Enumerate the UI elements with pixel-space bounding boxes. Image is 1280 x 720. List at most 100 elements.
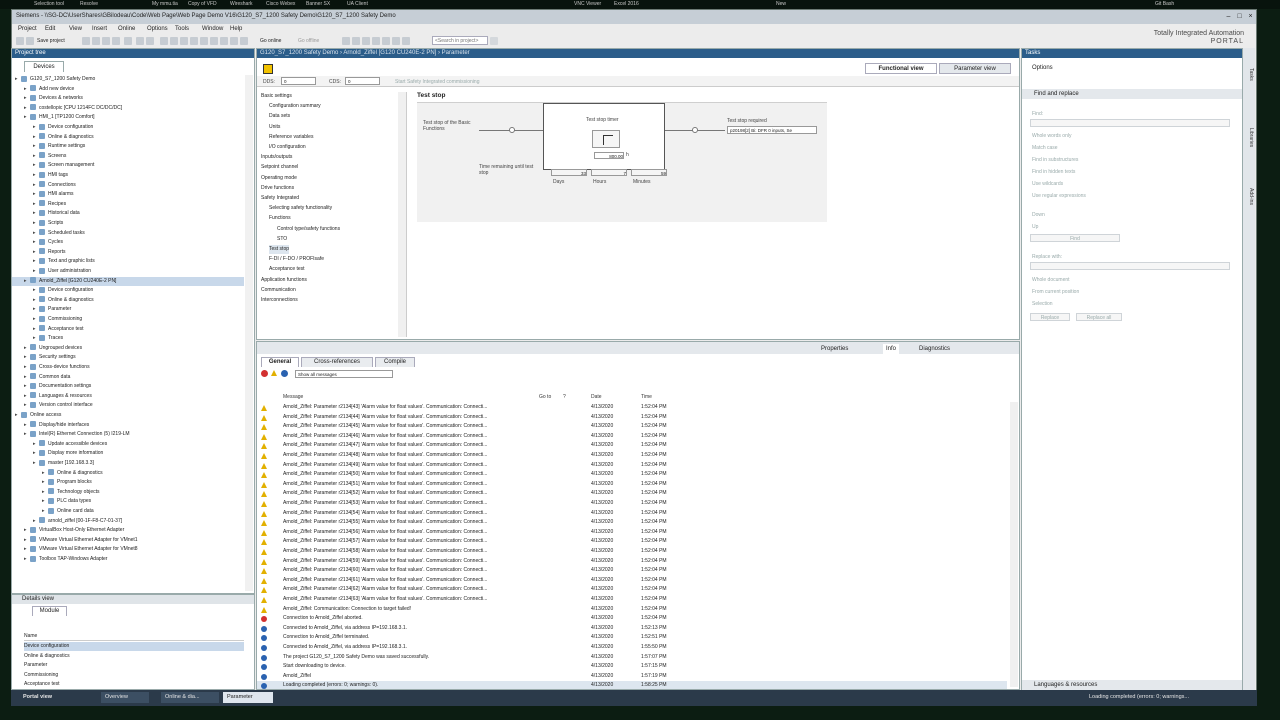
side-tab-tasks[interactable]: Tasks: [1244, 68, 1254, 81]
tree-item[interactable]: ▸ Online & diagnostics: [12, 469, 244, 478]
tree-item[interactable]: ▸ Connections: [12, 181, 244, 190]
message-row[interactable]: Arnold_Ziffel: Parameter r2134[59] 'Alar…: [257, 557, 1007, 567]
message-row[interactable]: Arnold_Ziffel: Parameter r2134[49] 'Alar…: [257, 461, 1007, 471]
nav-item[interactable]: Selecting safety functionality: [269, 204, 332, 213]
message-row[interactable]: Start downloading to device. 4/13/2020 1:5…: [257, 662, 1007, 672]
message-row[interactable]: Connected to Arnold_Ziffel, via address …: [257, 643, 1007, 653]
tree-item[interactable]: ▸ arnold_ziffel [00-1F-F8-C7-01-37]: [12, 517, 244, 526]
minimize-icon[interactable]: –: [1224, 12, 1233, 21]
taskbar-parameter[interactable]: Parameter: [223, 692, 273, 703]
nav-item[interactable]: Configuration summary: [269, 102, 321, 111]
host-app-6[interactable]: Banner SX: [306, 1, 330, 7]
tab-cross-references[interactable]: Cross-references: [301, 357, 373, 367]
menu-insert[interactable]: Insert: [92, 26, 107, 32]
print-icon[interactable]: [82, 37, 90, 45]
nav-item[interactable]: Operating mode: [261, 174, 297, 183]
message-row[interactable]: Arnold_Ziffel: Parameter r2134[61] 'Alar…: [257, 576, 1007, 586]
nav-item[interactable]: Functions: [269, 214, 291, 223]
side-tab-libraries[interactable]: Libraries: [1244, 128, 1254, 147]
fullscreen-icon[interactable]: [402, 37, 410, 45]
details-row[interactable]: Device configuration: [24, 642, 244, 651]
download-icon[interactable]: [170, 37, 178, 45]
menu-options[interactable]: Options: [147, 26, 168, 32]
message-row[interactable]: Arnold_Ziffel: Parameter r2134[52] 'Alar…: [257, 489, 1007, 499]
new-project-icon[interactable]: [16, 37, 24, 45]
host-app-9[interactable]: Excel 2016: [614, 1, 639, 7]
error-filter-icon[interactable]: [261, 370, 268, 377]
nav-item[interactable]: I/O configuration: [269, 143, 306, 152]
replace-all-button[interactable]: Replace all: [1076, 313, 1122, 321]
languages-resources-header[interactable]: Languages & resources: [1022, 680, 1242, 690]
message-row[interactable]: Arnold_Ziffel: Parameter r2134[48] 'Alar…: [257, 451, 1007, 461]
nav-item[interactable]: Acceptance test: [269, 265, 305, 274]
message-row[interactable]: Arnold_Ziffel: Parameter r2134[63] 'Alar…: [257, 595, 1007, 605]
message-row[interactable]: Connection to Arnold_Ziffel aborted. 4/13…: [257, 614, 1007, 624]
simulation-icon[interactable]: [190, 37, 198, 45]
tree-item[interactable]: ▸ Text and graphic lists: [12, 257, 244, 266]
cds-select[interactable]: 0: [345, 77, 380, 85]
tree-item[interactable]: ▸ PLC data types: [12, 497, 244, 506]
nav-item[interactable]: Test stop: [269, 245, 290, 254]
host-app-3[interactable]: Copy of VFD: [188, 1, 217, 7]
message-row[interactable]: Arnold_Ziffel: Parameter r2134[56] 'Alar…: [257, 528, 1007, 538]
delete-icon[interactable]: [124, 37, 132, 45]
message-row[interactable]: Arnold_Ziffel: Parameter r2134[50] 'Alar…: [257, 470, 1007, 480]
go-offline-button[interactable]: Go offline: [298, 38, 319, 44]
tree-item[interactable]: ▸ Toolbox TAP-Windows Adapter: [12, 555, 244, 564]
nav-item[interactable]: STO: [277, 235, 287, 244]
safety-commissioning-button[interactable]: Start Safety Integrated commissioning: [395, 79, 480, 85]
tree-item[interactable]: ▸ Screens: [12, 152, 244, 161]
menu-edit[interactable]: Edit: [45, 26, 55, 32]
nav-item[interactable]: Setpoint channel: [261, 163, 298, 172]
host-app-5[interactable]: Cisco Webex: [266, 1, 295, 7]
find-button[interactable]: Find: [1030, 234, 1120, 242]
direction-up[interactable]: Up: [1032, 224, 1038, 230]
info-filter-icon[interactable]: [281, 370, 288, 377]
tree-item[interactable]: ▸ Online & diagnostics: [12, 133, 244, 142]
find-replace-header[interactable]: Find and replace: [1022, 89, 1242, 99]
tree-item[interactable]: ▸ Add new device: [12, 85, 244, 94]
nav-item[interactable]: Interconnections: [261, 296, 298, 305]
split-vertical-icon[interactable]: [230, 37, 238, 45]
warning-filter-icon[interactable]: [271, 370, 277, 376]
tab-compile[interactable]: Compile: [375, 357, 415, 367]
tree-item[interactable]: ▸ HMI alarms: [12, 190, 244, 199]
tree-item[interactable]: ▸ Traces: [12, 334, 244, 343]
message-row[interactable]: Arnold_Ziffel 4/13/2020 1:57:19 PM: [257, 672, 1007, 682]
tree-item[interactable]: ▸ Scripts: [12, 219, 244, 228]
tab-general[interactable]: General: [261, 357, 299, 367]
tree-item[interactable]: ▸ Security settings: [12, 353, 244, 362]
find-option-checkbox[interactable]: Use wildcards: [1032, 181, 1063, 187]
tree-item[interactable]: ▸ Languages & resources: [12, 392, 244, 401]
message-row[interactable]: Arnold_Ziffel: Parameter r2134[47] 'Alar…: [257, 441, 1007, 451]
host-app-11[interactable]: Git Bash: [1155, 1, 1174, 7]
tree-item[interactable]: ▸ Online & diagnostics: [12, 296, 244, 305]
details-row[interactable]: Commissioning: [24, 671, 244, 680]
tab-info[interactable]: Info: [883, 344, 900, 354]
tree-item[interactable]: ▸ Parameter: [12, 305, 244, 314]
tree-item[interactable]: ▸ Display/hide interfaces: [12, 421, 244, 430]
host-app-1[interactable]: Resolve: [80, 1, 98, 7]
message-row[interactable]: Arnold_Ziffel: Parameter r2134[62] 'Alar…: [257, 585, 1007, 595]
tree-item[interactable]: ▸ Program blocks: [12, 478, 244, 487]
taskbar-overview[interactable]: Overview: [101, 692, 149, 703]
nav-item[interactable]: Drive functions: [261, 184, 294, 193]
search-project-input[interactable]: [432, 36, 488, 45]
message-row[interactable]: Arnold_Ziffel: Parameter r2134[46] 'Alar…: [257, 432, 1007, 442]
host-app-7[interactable]: UA Client: [347, 1, 368, 7]
taskbar-online-diagnostics[interactable]: Online & dia...: [161, 692, 219, 703]
host-app-8[interactable]: VNC Viewer: [574, 1, 601, 7]
side-tab-addins[interactable]: Add-ins: [1244, 188, 1254, 205]
test-stop-required-field[interactable]: p20198[2] Bi: DFR 0 inputs, Se: [727, 126, 817, 134]
scope-radio[interactable]: Selection: [1032, 301, 1053, 307]
tree-item[interactable]: ▸ Recipes: [12, 200, 244, 209]
tree-item[interactable]: ▸ Devices & networks: [12, 94, 244, 103]
tree-item[interactable]: ▸ G120_S7_1200 Safety Demo: [12, 75, 244, 84]
menu-window[interactable]: Window: [202, 26, 223, 32]
message-row[interactable]: The project G120_S7_1200 Safety Demo was…: [257, 653, 1007, 663]
menu-tools[interactable]: Tools: [175, 26, 189, 32]
message-row[interactable]: Loading completed (errors: 0; warnings: …: [257, 681, 1007, 689]
tab-parameter-view[interactable]: Parameter view: [939, 63, 1011, 74]
tree-item[interactable]: ▸ VMware Virtual Ethernet Adapter for VMn…: [12, 545, 244, 554]
find-option-checkbox[interactable]: Match case: [1032, 145, 1058, 151]
